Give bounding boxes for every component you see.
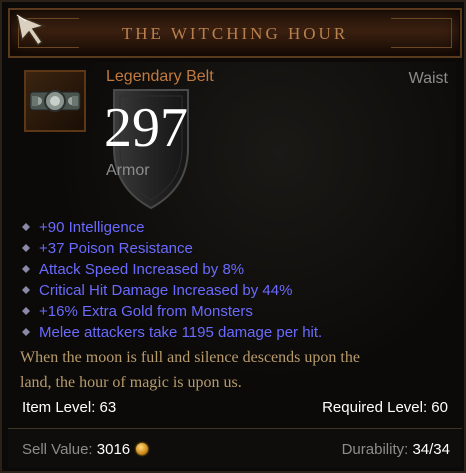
durability-label: Durability: (341, 441, 409, 458)
item-level: Item Level: 63 (22, 399, 117, 416)
sell-label: Sell Value: (22, 441, 93, 458)
stat-text: Critical Hit Damage Increased by 44% (39, 282, 293, 299)
flavor-line: When the moon is full and silence descen… (20, 349, 360, 366)
stat-list: +90 Intelligence +37 Poison Resistance A… (20, 217, 322, 343)
stat-line: +90 Intelligence (20, 217, 322, 238)
item-name: THE WITCHING HOUR (121, 24, 349, 43)
gold-coin-icon (136, 443, 149, 455)
tooltip-footer: Sell Value: 3016 Durability: 34/34 (8, 428, 462, 468)
stat-line: Attack Speed Increased by 8% (20, 259, 322, 280)
item-tooltip: THE WITCHING HOUR Legendary Belt Waist 2… (0, 0, 466, 473)
stat-text: Melee attackers take 1195 damage per hit… (39, 324, 323, 341)
arrow-cursor-icon (15, 13, 47, 47)
stat-text: +90 Intelligence (39, 219, 145, 236)
tooltip-body: Legendary Belt Waist 297 Armor +90 Intel… (14, 62, 456, 425)
stat-text: +37 Poison Resistance (39, 240, 193, 257)
stat-line: +16% Extra Gold from Monsters (20, 301, 322, 322)
armor-label: Armor (106, 162, 150, 179)
diamond-bullet-icon (22, 244, 30, 252)
item-icon-frame (24, 70, 86, 132)
durability-value: 34/34 (412, 441, 450, 458)
diamond-bullet-icon (22, 265, 30, 273)
required-level: Required Level: 60 (322, 399, 448, 416)
sell-value: Sell Value: 3016 (22, 441, 149, 458)
tooltip-header: THE WITCHING HOUR (8, 8, 462, 58)
diamond-bullet-icon (22, 223, 30, 231)
stat-line: +37 Poison Resistance (20, 238, 322, 259)
diamond-bullet-icon (22, 328, 30, 336)
belt-icon (29, 90, 81, 112)
flavor-line: land, the hour of magic is upon us. (20, 374, 242, 391)
stat-line: Critical Hit Damage Increased by 44% (20, 280, 322, 301)
flavor-text: When the moon is full and silence descen… (20, 345, 450, 395)
stat-text: Attack Speed Increased by 8% (39, 261, 245, 278)
diamond-bullet-icon (22, 307, 30, 315)
armor-value: 297 (104, 97, 188, 159)
stat-line: Melee attackers take 1195 damage per hit… (20, 322, 322, 343)
sell-amount: 3016 (96, 441, 131, 458)
item-type: Legendary Belt (106, 68, 214, 85)
item-slot: Waist (408, 70, 448, 87)
stat-text: +16% Extra Gold from Monsters (39, 303, 253, 320)
durability: Durability: 34/34 (342, 441, 450, 458)
diamond-bullet-icon (22, 286, 30, 294)
